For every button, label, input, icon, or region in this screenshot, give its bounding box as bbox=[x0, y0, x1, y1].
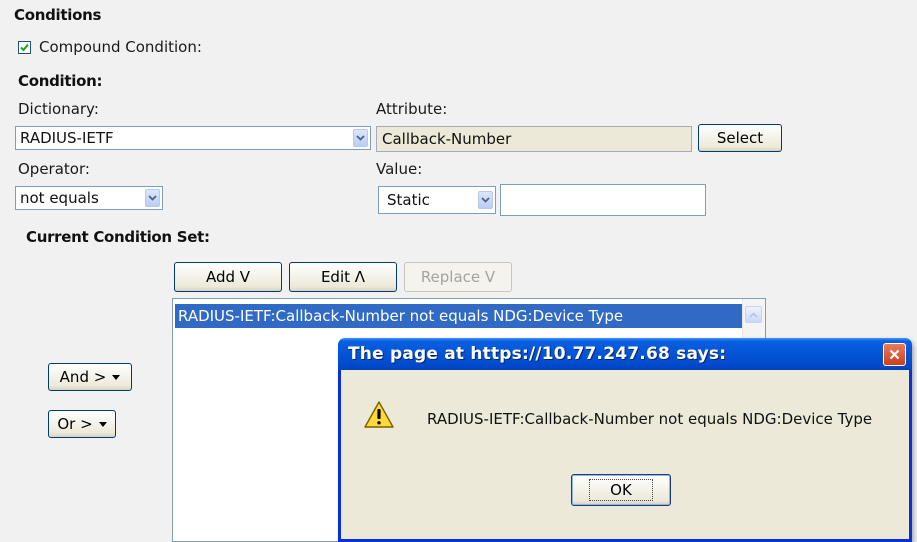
and-button[interactable]: And > bbox=[48, 363, 132, 391]
list-item[interactable]: RADIUS-IETF:Callback-Number not equals N… bbox=[175, 304, 742, 328]
value-type-select[interactable]: Static bbox=[378, 186, 496, 214]
dialog-titlebar[interactable]: The page at https://10.77.247.68 says: bbox=[338, 338, 912, 370]
or-button[interactable]: Or > bbox=[48, 410, 116, 438]
caret-down-icon bbox=[98, 421, 107, 427]
chevron-down-icon[interactable] bbox=[478, 191, 493, 209]
attribute-value: Callback-Number bbox=[382, 130, 512, 148]
close-icon[interactable] bbox=[883, 342, 906, 366]
ok-button[interactable]: OK bbox=[571, 474, 671, 506]
compound-condition-checkbox[interactable] bbox=[18, 40, 31, 54]
chevron-down-icon[interactable] bbox=[353, 129, 368, 147]
scroll-up-icon[interactable] bbox=[745, 306, 762, 323]
value-label: Value: bbox=[376, 160, 423, 178]
add-button[interactable]: Add V bbox=[174, 262, 282, 292]
current-condition-set-heading: Current Condition Set: bbox=[26, 228, 210, 246]
dialog-message: RADIUS-IETF:Callback-Number not equals N… bbox=[427, 410, 873, 428]
conditions-heading: Conditions bbox=[14, 6, 102, 24]
edit-button[interactable]: Edit Λ bbox=[289, 262, 397, 292]
chevron-down-icon[interactable] bbox=[145, 189, 160, 207]
value-input[interactable] bbox=[500, 184, 706, 216]
operator-label: Operator: bbox=[18, 160, 90, 178]
and-label: And > bbox=[59, 368, 107, 386]
list-item-text: RADIUS-IETF:Callback-Number not equals N… bbox=[178, 307, 624, 325]
warning-icon bbox=[363, 400, 395, 434]
compound-condition-label: Compound Condition: bbox=[39, 38, 202, 56]
dictionary-value: RADIUS-IETF bbox=[20, 129, 114, 147]
dialog-title: The page at https://10.77.247.68 says: bbox=[348, 344, 727, 364]
value-type: Static bbox=[387, 191, 430, 209]
attribute-field: Callback-Number bbox=[376, 126, 692, 152]
dictionary-select[interactable]: RADIUS-IETF bbox=[15, 126, 371, 150]
replace-button[interactable]: Replace V bbox=[404, 262, 512, 292]
dictionary-label: Dictionary: bbox=[18, 100, 99, 118]
select-attribute-button[interactable]: Select bbox=[698, 124, 782, 152]
operator-value: not equals bbox=[20, 189, 99, 207]
alert-dialog: The page at https://10.77.247.68 says: R… bbox=[338, 338, 912, 542]
attribute-label: Attribute: bbox=[376, 100, 448, 118]
ok-label: OK bbox=[589, 479, 653, 501]
compound-condition-row[interactable]: Compound Condition: bbox=[18, 38, 202, 56]
or-label: Or > bbox=[57, 415, 93, 433]
operator-select[interactable]: not equals bbox=[15, 186, 163, 210]
caret-down-icon bbox=[112, 374, 121, 380]
checkmark-icon bbox=[20, 43, 29, 51]
condition-heading: Condition: bbox=[18, 72, 103, 90]
